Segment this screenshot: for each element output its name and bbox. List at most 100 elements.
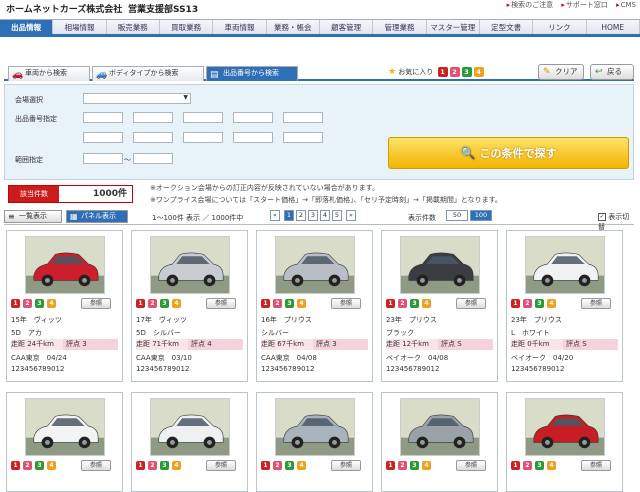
per-page-100[interactable]: 100: [470, 210, 492, 221]
nav-item-6[interactable]: 顧客管理: [320, 20, 374, 34]
card-badge-2[interactable]: 2: [23, 461, 32, 470]
card-badge-3[interactable]: 3: [535, 299, 544, 308]
range-start-input[interactable]: [83, 153, 123, 164]
nav-item-7[interactable]: 管理業務: [373, 20, 427, 34]
card-badge-1[interactable]: 1: [11, 299, 20, 308]
vehicle-card[interactable]: 1 2 3 4 参照 23年 プリウス ブラック ベイオーク 04/08 12345678901…: [381, 230, 498, 382]
card-badge-4[interactable]: 4: [422, 461, 431, 470]
vehicle-card[interactable]: 1 2 3 4 参照: [256, 392, 373, 492]
card-badge-1[interactable]: 1: [511, 461, 520, 470]
detail-button[interactable]: 参照: [206, 298, 236, 309]
search-submit-button[interactable]: 🔍 この条件で探す: [388, 137, 629, 169]
vehicle-photo[interactable]: [150, 236, 230, 294]
vehicle-card[interactable]: 1 2 3 4 参照 16年 プリウス シルバー CAA東京 04/08 12345678901…: [256, 230, 373, 382]
card-badge-3[interactable]: 3: [35, 299, 44, 308]
card-badge-1[interactable]: 1: [261, 461, 270, 470]
tab-search-by-vehicle[interactable]: 🚗 車両から検索: [8, 66, 90, 81]
vehicle-photo[interactable]: [150, 398, 230, 456]
detail-button[interactable]: 参照: [81, 298, 111, 309]
card-badge-2[interactable]: 2: [523, 461, 532, 470]
card-badge-4[interactable]: 4: [297, 461, 306, 470]
card-badge-2[interactable]: 2: [523, 299, 532, 308]
card-badge-3[interactable]: 3: [410, 461, 419, 470]
vehicle-card[interactable]: 1 2 3 4 参照 17年 ヴィッツ 5D シルバー CAA東京 03/10 12345678…: [131, 230, 248, 382]
nav-item-3[interactable]: 買取業務: [160, 20, 214, 34]
card-badge-1[interactable]: 1: [261, 299, 270, 308]
range-end-input[interactable]: [133, 153, 173, 164]
card-badge-3[interactable]: 3: [285, 299, 294, 308]
nav-item-10[interactable]: リンク: [533, 20, 587, 34]
detail-button[interactable]: 参照: [331, 460, 361, 471]
card-badge-1[interactable]: 1: [136, 299, 145, 308]
vehicle-card[interactable]: 1 2 3 4 参照: [381, 392, 498, 492]
header-link-cms[interactable]: CMS: [616, 1, 636, 9]
card-badge-1[interactable]: 1: [11, 461, 20, 470]
card-badge-2[interactable]: 2: [148, 461, 157, 470]
lot-number-input-10[interactable]: [283, 132, 323, 143]
page-button-2[interactable]: 2: [296, 210, 306, 221]
card-badge-4[interactable]: 4: [172, 299, 181, 308]
page-button-1[interactable]: 1: [284, 210, 294, 221]
detail-button[interactable]: 参照: [81, 460, 111, 471]
card-badge-4[interactable]: 4: [47, 299, 56, 308]
clear-button[interactable]: ✎ クリア: [538, 64, 584, 80]
card-badge-2[interactable]: 2: [148, 299, 157, 308]
card-badge-3[interactable]: 3: [535, 461, 544, 470]
card-badge-2[interactable]: 2: [398, 461, 407, 470]
page-button-6[interactable]: »: [346, 210, 356, 221]
card-badge-1[interactable]: 1: [136, 461, 145, 470]
lot-number-input-5[interactable]: [283, 112, 323, 123]
favorite-badge-4[interactable]: 4: [473, 67, 484, 77]
nav-item-4[interactable]: 車両情報: [213, 20, 267, 34]
card-badge-4[interactable]: 4: [547, 461, 556, 470]
header-link-notice[interactable]: 検索のご注意: [507, 1, 554, 9]
vehicle-photo[interactable]: [25, 398, 105, 456]
lot-number-input-8[interactable]: [183, 132, 223, 143]
card-badge-2[interactable]: 2: [398, 299, 407, 308]
vehicle-photo[interactable]: [400, 398, 480, 456]
lot-number-input-2[interactable]: [133, 112, 173, 123]
page-button-0[interactable]: «: [270, 210, 280, 221]
favorite-badge-2[interactable]: 2: [449, 67, 460, 77]
page-button-3[interactable]: 3: [308, 210, 318, 221]
lot-number-input-3[interactable]: [183, 112, 223, 123]
nav-item-9[interactable]: 定型文書: [480, 20, 534, 34]
page-button-4[interactable]: 4: [320, 210, 330, 221]
per-page-50[interactable]: 50: [446, 210, 468, 221]
detail-button[interactable]: 参照: [456, 298, 486, 309]
detail-button[interactable]: 参照: [206, 460, 236, 471]
vehicle-card[interactable]: 1 2 3 4 参照 23年 プリウス L ホワイト ベイオーク 04/20 123456789…: [506, 230, 623, 382]
page-button-5[interactable]: 5: [332, 210, 342, 221]
panel-view-button[interactable]: ▦ パネル表示: [66, 210, 128, 223]
vehicle-card[interactable]: 1 2 3 4 参照: [506, 392, 623, 492]
card-badge-4[interactable]: 4: [297, 299, 306, 308]
detail-button[interactable]: 参照: [456, 460, 486, 471]
card-badge-4[interactable]: 4: [47, 461, 56, 470]
checkbox-icon[interactable]: ✓: [598, 213, 606, 221]
favorite-badge-1[interactable]: 1: [437, 67, 448, 77]
vehicle-card[interactable]: 1 2 3 4 参照 15年 ヴィッツ 5D アカ CAA東京 04/24 1234567890…: [6, 230, 123, 382]
card-badge-4[interactable]: 4: [547, 299, 556, 308]
card-badge-2[interactable]: 2: [273, 461, 282, 470]
card-badge-2[interactable]: 2: [23, 299, 32, 308]
vehicle-photo[interactable]: [525, 398, 605, 456]
detail-button[interactable]: 参照: [581, 460, 611, 471]
nav-item-2[interactable]: 販売業務: [107, 20, 160, 34]
favorite-badge-3[interactable]: 3: [461, 67, 472, 77]
nav-item-5[interactable]: 業務・帳会: [267, 20, 320, 34]
detail-button[interactable]: 参照: [331, 298, 361, 309]
detail-button[interactable]: 参照: [581, 298, 611, 309]
vehicle-photo[interactable]: [25, 236, 105, 294]
card-badge-3[interactable]: 3: [35, 461, 44, 470]
vehicle-photo[interactable]: [400, 236, 480, 294]
tab-search-by-body-type[interactable]: 🚙 ボディタイプから検索: [92, 66, 204, 81]
list-view-button[interactable]: ≡ 一覧表示: [4, 210, 62, 223]
card-badge-1[interactable]: 1: [386, 299, 395, 308]
lot-number-input-9[interactable]: [233, 132, 273, 143]
lot-number-input-6[interactable]: [83, 132, 123, 143]
card-badge-2[interactable]: 2: [273, 299, 282, 308]
nav-item-11[interactable]: HOME: [587, 20, 640, 34]
card-badge-3[interactable]: 3: [160, 461, 169, 470]
lot-number-input-4[interactable]: [233, 112, 273, 123]
back-button[interactable]: ↩ 戻る: [590, 64, 634, 80]
